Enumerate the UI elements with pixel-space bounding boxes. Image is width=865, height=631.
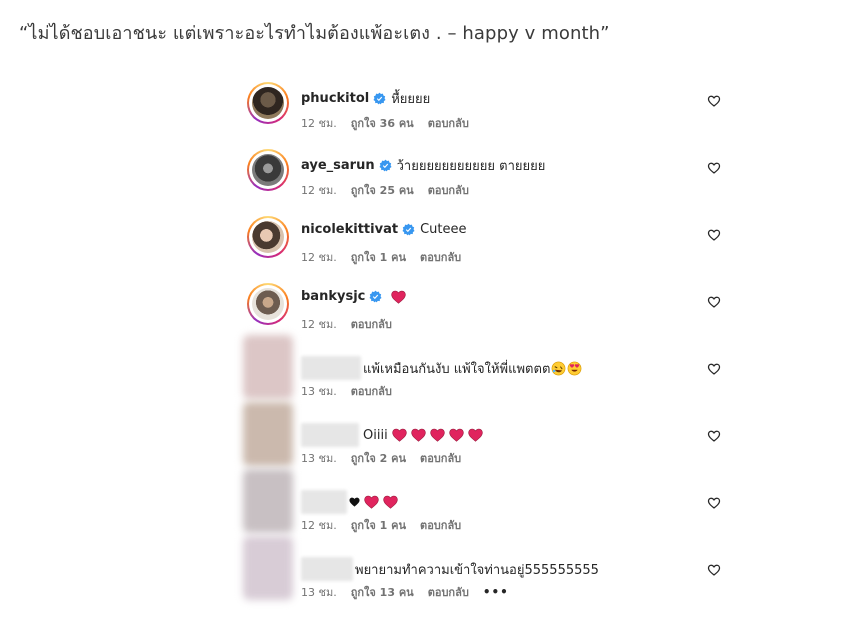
verified-badge-icon — [379, 159, 392, 172]
heart-outline-icon[interactable] — [707, 228, 721, 242]
comment-likes[interactable]: ถูกใจ 13 คน — [351, 583, 414, 601]
avatar[interactable] — [247, 149, 289, 191]
comment-item: aye_sarun ว้ายยยยยยยยยยย ตายยยย 12 ชม. ถ… — [243, 145, 743, 212]
more-options-button[interactable]: ••• — [483, 585, 509, 599]
post-caption: “ไม่ได้ชอบเอาชนะ แต่เพราะอะไรทำไมต้องแพ้… — [19, 23, 610, 44]
avatar[interactable] — [243, 469, 293, 533]
comment-likes[interactable]: ถูกใจ 1 คน — [351, 248, 406, 266]
heart-outline-icon[interactable] — [707, 295, 721, 309]
comment-username[interactable]: phuckitol — [301, 91, 369, 106]
blurred-username[interactable] — [301, 356, 361, 380]
comment-time[interactable]: 13 ชม. — [301, 382, 337, 400]
heart-outline-icon[interactable] — [707, 161, 721, 175]
avatar[interactable] — [247, 216, 289, 258]
reply-button[interactable]: ตอบกลับ — [351, 315, 392, 333]
reply-button[interactable]: ตอบกลับ — [351, 382, 392, 400]
heart-eyes-emoji — [568, 361, 582, 375]
comment-text: ว้ายยยยยยยยยยย ตายยยย — [396, 159, 546, 174]
comment-likes[interactable]: ถูกใจ 36 คน — [351, 114, 414, 132]
heart-outline-icon[interactable] — [707, 429, 721, 443]
blurred-username[interactable] — [301, 490, 347, 514]
verified-badge-icon — [402, 223, 415, 236]
heart-outline-icon[interactable] — [707, 496, 721, 510]
comment-time[interactable]: 12 ชม. — [301, 181, 337, 199]
blurred-username[interactable] — [301, 423, 359, 447]
comment-time[interactable]: 13 ชม. — [301, 449, 337, 467]
verified-badge-icon — [369, 290, 382, 303]
comment-item: พยายามทำความเข้าใจท่านอยู่555555555 13 ช… — [243, 536, 743, 614]
rolling-laughing-emoji — [552, 361, 566, 375]
reply-button[interactable]: ตอบกลับ — [420, 449, 461, 467]
comment-item: 12 ชม. ถูกใจ 1 คน ตอบกลับ — [243, 469, 743, 547]
comment-time[interactable]: 12 ชม. — [301, 114, 337, 132]
black-heart-emoji — [349, 497, 360, 507]
comment-list: phuckitol หื้ยยยย 12 ชม. ถูกใจ 36 คน ตอบ… — [243, 78, 743, 614]
comment-likes[interactable]: ถูกใจ 2 คน — [351, 449, 406, 467]
comment-item: phuckitol หื้ยยยย 12 ชม. ถูกใจ 36 คน ตอบ… — [243, 78, 743, 145]
verified-badge-icon — [373, 92, 386, 105]
heart-outline-icon[interactable] — [707, 362, 721, 376]
reply-button[interactable]: ตอบกลับ — [420, 516, 461, 534]
red-heart-emoji — [391, 428, 407, 442]
comment-username[interactable]: bankysjc — [301, 289, 365, 304]
comment-item: bankysjc 12 ชม. ตอบกลับ — [243, 279, 743, 346]
avatar[interactable] — [247, 82, 289, 124]
red-heart-emoji — [364, 495, 379, 509]
red-heart-emoji — [410, 428, 426, 442]
avatar[interactable] — [243, 402, 293, 466]
comment-text: Cuteee — [420, 222, 467, 237]
red-heart-emoji — [383, 495, 398, 509]
comment-username[interactable]: aye_sarun — [301, 158, 375, 173]
avatar[interactable] — [243, 536, 293, 600]
comment-likes[interactable]: ถูกใจ 25 คน — [351, 181, 414, 199]
reply-button[interactable]: ตอบกลับ — [420, 248, 461, 266]
comment-item: Oiiii 13 ชม. ถูกใจ 2 คน ตอบกลับ — [243, 402, 743, 480]
red-heart-emoji — [448, 428, 464, 442]
red-heart-emoji — [429, 428, 445, 442]
heart-outline-icon[interactable] — [707, 563, 721, 577]
comment-text: หื้ยยยย — [391, 92, 431, 107]
reply-button[interactable]: ตอบกลับ — [428, 181, 469, 199]
comment-text: Oiiii — [363, 427, 388, 443]
avatar[interactable] — [243, 335, 293, 399]
blurred-username[interactable] — [301, 557, 353, 581]
comment-username[interactable]: nicolekittivat — [301, 222, 398, 237]
comment-text: แพ้เหมือนกันงับ แพ้ใจให้พี่แพตตต — [363, 361, 551, 377]
comment-item: nicolekittivat Cuteee 12 ชม. ถูกใจ 1 คน … — [243, 212, 743, 279]
comment-likes[interactable]: ถูกใจ 1 คน — [351, 516, 406, 534]
comment-time[interactable]: 12 ชม. — [301, 248, 337, 266]
comment-item: แพ้เหมือนกันงับ แพ้ใจให้พี่แพตตต 13 ชม. … — [243, 335, 743, 413]
reply-button[interactable]: ตอบกลับ — [428, 114, 469, 132]
comment-text: พยายามทำความเข้าใจท่านอยู่555555555 — [355, 562, 599, 578]
heart-outline-icon[interactable] — [707, 94, 721, 108]
comment-time[interactable]: 12 ชม. — [301, 315, 337, 333]
red-heart-emoji — [391, 290, 407, 304]
red-heart-emoji — [467, 428, 483, 442]
comment-time[interactable]: 12 ชม. — [301, 516, 337, 534]
reply-button[interactable]: ตอบกลับ — [428, 583, 469, 601]
comment-time[interactable]: 13 ชม. — [301, 583, 337, 601]
avatar[interactable] — [247, 283, 289, 325]
